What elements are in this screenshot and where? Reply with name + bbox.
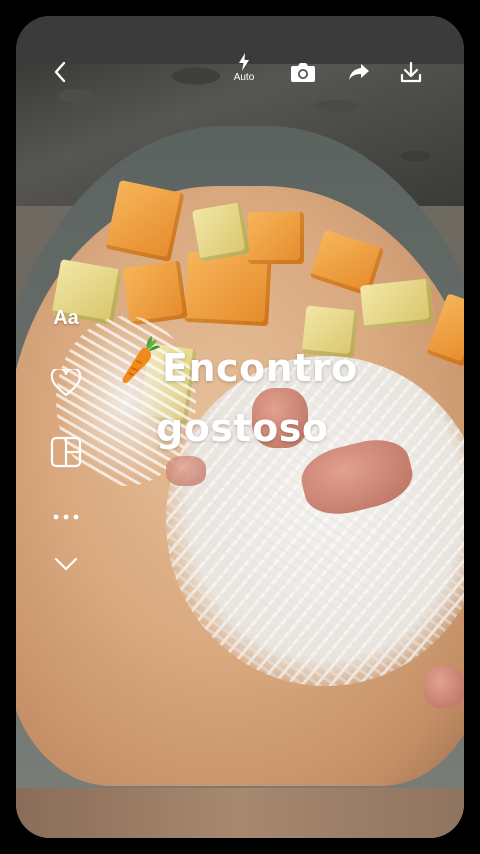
caption-text-1: Encontro	[162, 346, 358, 390]
back-button[interactable]	[44, 54, 76, 90]
text-tool-button[interactable]: Aa	[44, 302, 88, 334]
text-tool-label: Aa	[53, 306, 79, 329]
squash-piece	[191, 202, 251, 262]
layout-button[interactable]	[44, 436, 88, 472]
flash-icon	[238, 53, 250, 71]
more-dots-icon	[53, 507, 79, 525]
download-icon	[400, 61, 422, 83]
meat-piece	[424, 666, 464, 708]
caption-line-1: Encontro	[118, 335, 418, 400]
chevron-left-icon	[53, 61, 67, 83]
photo-caption[interactable]: Encontro gostoso	[118, 335, 418, 456]
like-button[interactable]	[44, 366, 88, 402]
meat-piece	[166, 456, 206, 486]
carrot-icon	[118, 335, 160, 400]
caption-text-2: gostoso	[156, 406, 329, 450]
chevron-down-icon	[54, 557, 78, 576]
layout-icon	[50, 436, 82, 473]
share-button[interactable]	[344, 54, 374, 90]
flash-button[interactable]: Auto	[228, 46, 260, 90]
top-toolbar: Auto	[0, 44, 480, 104]
download-button[interactable]	[396, 54, 426, 90]
share-arrow-icon	[348, 63, 370, 81]
more-button[interactable]	[44, 504, 88, 528]
table-edge	[16, 788, 464, 838]
pumpkin-piece	[248, 212, 304, 264]
heart-icon	[50, 366, 82, 402]
camera-icon	[290, 61, 316, 83]
expand-button[interactable]	[44, 554, 88, 578]
squash-piece	[359, 278, 435, 330]
camera-button[interactable]	[288, 54, 318, 90]
flash-mode-label: Auto	[233, 72, 255, 83]
